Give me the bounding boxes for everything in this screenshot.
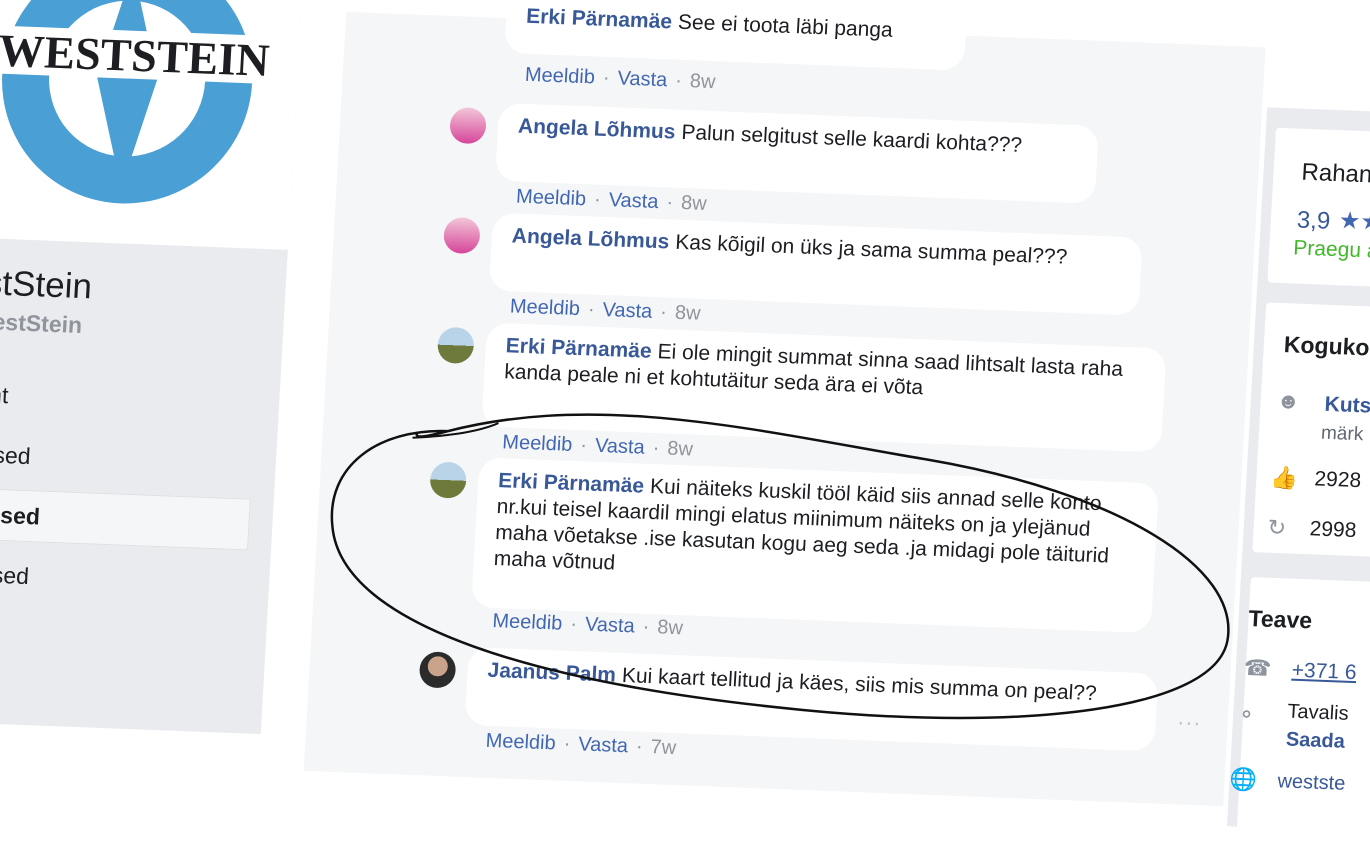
comment-actions: Meeldib · Vasta · 7w: [485, 729, 677, 760]
rss-icon: ↻: [1267, 514, 1287, 541]
reply-link[interactable]: Vasta: [602, 299, 653, 323]
likes-count: 2928: [1313, 467, 1362, 493]
comment-actions: Meeldib · Vasta · 8w: [524, 63, 717, 94]
more-options-icon[interactable]: ...: [1177, 704, 1203, 731]
nav-item-more[interactable]: l: [0, 652, 242, 715]
nav-item-home[interactable]: leht: [0, 368, 258, 431]
like-link[interactable]: Meeldib: [485, 730, 556, 755]
reply-link[interactable]: Vasta: [608, 189, 659, 213]
open-status: Praegu a: [1292, 236, 1370, 263]
comment-actions: Meeldib · Vasta · 8w: [501, 431, 694, 461]
comment-bubble: Erki Pärnamäe Ei ole mingit summat sinna …: [481, 322, 1167, 453]
comment-author[interactable]: Erki Pärnamäe: [498, 469, 645, 498]
like-link[interactable]: Meeldib: [516, 186, 587, 211]
follows-count: 2998: [1309, 517, 1358, 543]
phone-link[interactable]: +371 6: [1291, 659, 1357, 685]
reply-link[interactable]: Vasta: [594, 435, 645, 459]
page-logo[interactable]: WESTSTEIN: [0, 0, 310, 250]
messenger-text: Tavalis: [1286, 700, 1350, 725]
comment-author[interactable]: Erki Pärnamäe: [505, 334, 652, 363]
comment-text: Kas kõigil on üks ja sama summa peal???: [674, 230, 1068, 269]
comments-feed: Erki Pärnamäe See ei toota läbi panga Mee…: [303, 0, 1266, 807]
page-handle[interactable]: WestStein: [0, 308, 83, 339]
about-title: Teave: [1247, 605, 1313, 634]
reply-link[interactable]: Vasta: [584, 614, 635, 638]
comment-time[interactable]: 7w: [650, 736, 677, 759]
svg-text:WESTSTEIN: WESTSTEIN: [0, 25, 271, 86]
people-icon: ☻: [1276, 387, 1301, 414]
thumbs-up-icon: 👍: [1269, 464, 1299, 491]
comment-actions: Meeldib · Vasta · 8w: [509, 295, 702, 325]
comment-actions: Meeldib · Vasta · 8w: [491, 609, 684, 640]
comment-time[interactable]: 8w: [657, 616, 684, 639]
like-link[interactable]: Meeldib: [502, 431, 573, 456]
woman-avatar-icon[interactable]: [449, 106, 488, 145]
comment-author[interactable]: Erki Pärnamäe: [526, 5, 673, 34]
like-link[interactable]: Meeldib: [524, 64, 595, 89]
comment-bubble: Erki Pärnamäe Kui näiteks kuskil tööl käi…: [471, 457, 1160, 634]
nav-item-posts[interactable]: stused: [0, 548, 248, 611]
weststein-logo-icon: WESTSTEIN: [0, 0, 310, 204]
comment-bubble: Erki Pärnamäe See ei toota läbi panga: [504, 0, 968, 71]
reply-link[interactable]: Vasta: [617, 67, 668, 91]
globe-icon: 🌐: [1228, 766, 1258, 793]
comment-text: See ei toota läbi panga: [677, 10, 894, 42]
messenger-link[interactable]: Saada: [1285, 729, 1345, 754]
community-title: Koguko: [1283, 331, 1370, 361]
man-avatar-icon[interactable]: [418, 651, 457, 689]
rating-value: 3,9: [1296, 206, 1332, 235]
left-sidebar: WESTSTEIN estStein WestStein leht nused …: [0, 0, 310, 735]
woman-avatar-icon[interactable]: [442, 216, 481, 255]
rating-card: Rahand 3,9 ★★ Praegu a: [1267, 127, 1370, 291]
invite-sub: märk: [1320, 422, 1364, 446]
website-link[interactable]: weststе: [1277, 770, 1346, 796]
rating-stars-icon: ★★: [1338, 207, 1370, 236]
phone-icon: ☎: [1243, 654, 1272, 681]
comment-text: Kui kaart tellitud ja käes, siis mis sum…: [621, 663, 1098, 706]
about-card: Teave ☎ +371 6 ⚬ Tavalis Saada 🌐 weststе: [1229, 577, 1370, 845]
comment-time[interactable]: 8w: [689, 70, 716, 93]
comment-time[interactable]: 8w: [667, 438, 694, 461]
like-link[interactable]: Meeldib: [492, 610, 563, 635]
community-card: Koguko ☻ Kuts märk 👍 2928 ↻ 2998: [1252, 302, 1370, 560]
page-name: estStein: [0, 262, 94, 307]
comment-author[interactable]: Angela Lõhmus: [511, 224, 670, 253]
invite-link[interactable]: Kuts: [1324, 393, 1370, 419]
comment-actions: Meeldib · Vasta · 8w: [515, 185, 708, 215]
nav-item-reviews[interactable]: titused: [0, 487, 251, 551]
messenger-icon: ⚬: [1236, 701, 1257, 728]
comment-author[interactable]: Angela Lõhmus: [517, 115, 676, 144]
landscape-avatar-icon[interactable]: [436, 326, 475, 365]
comment-text: Palun selgitust selle kaardi kohta???: [680, 120, 1023, 157]
comment-time[interactable]: 8w: [680, 192, 707, 215]
reply-link[interactable]: Vasta: [578, 733, 629, 757]
rating-title[interactable]: Rahand: [1301, 159, 1370, 190]
comment-time[interactable]: 8w: [674, 302, 701, 325]
landscape-avatar-icon[interactable]: [429, 461, 468, 499]
nav-item-services[interactable]: nused: [0, 428, 254, 491]
comment-author[interactable]: Jaanus Palm: [487, 659, 617, 687]
like-link[interactable]: Meeldib: [509, 295, 580, 320]
